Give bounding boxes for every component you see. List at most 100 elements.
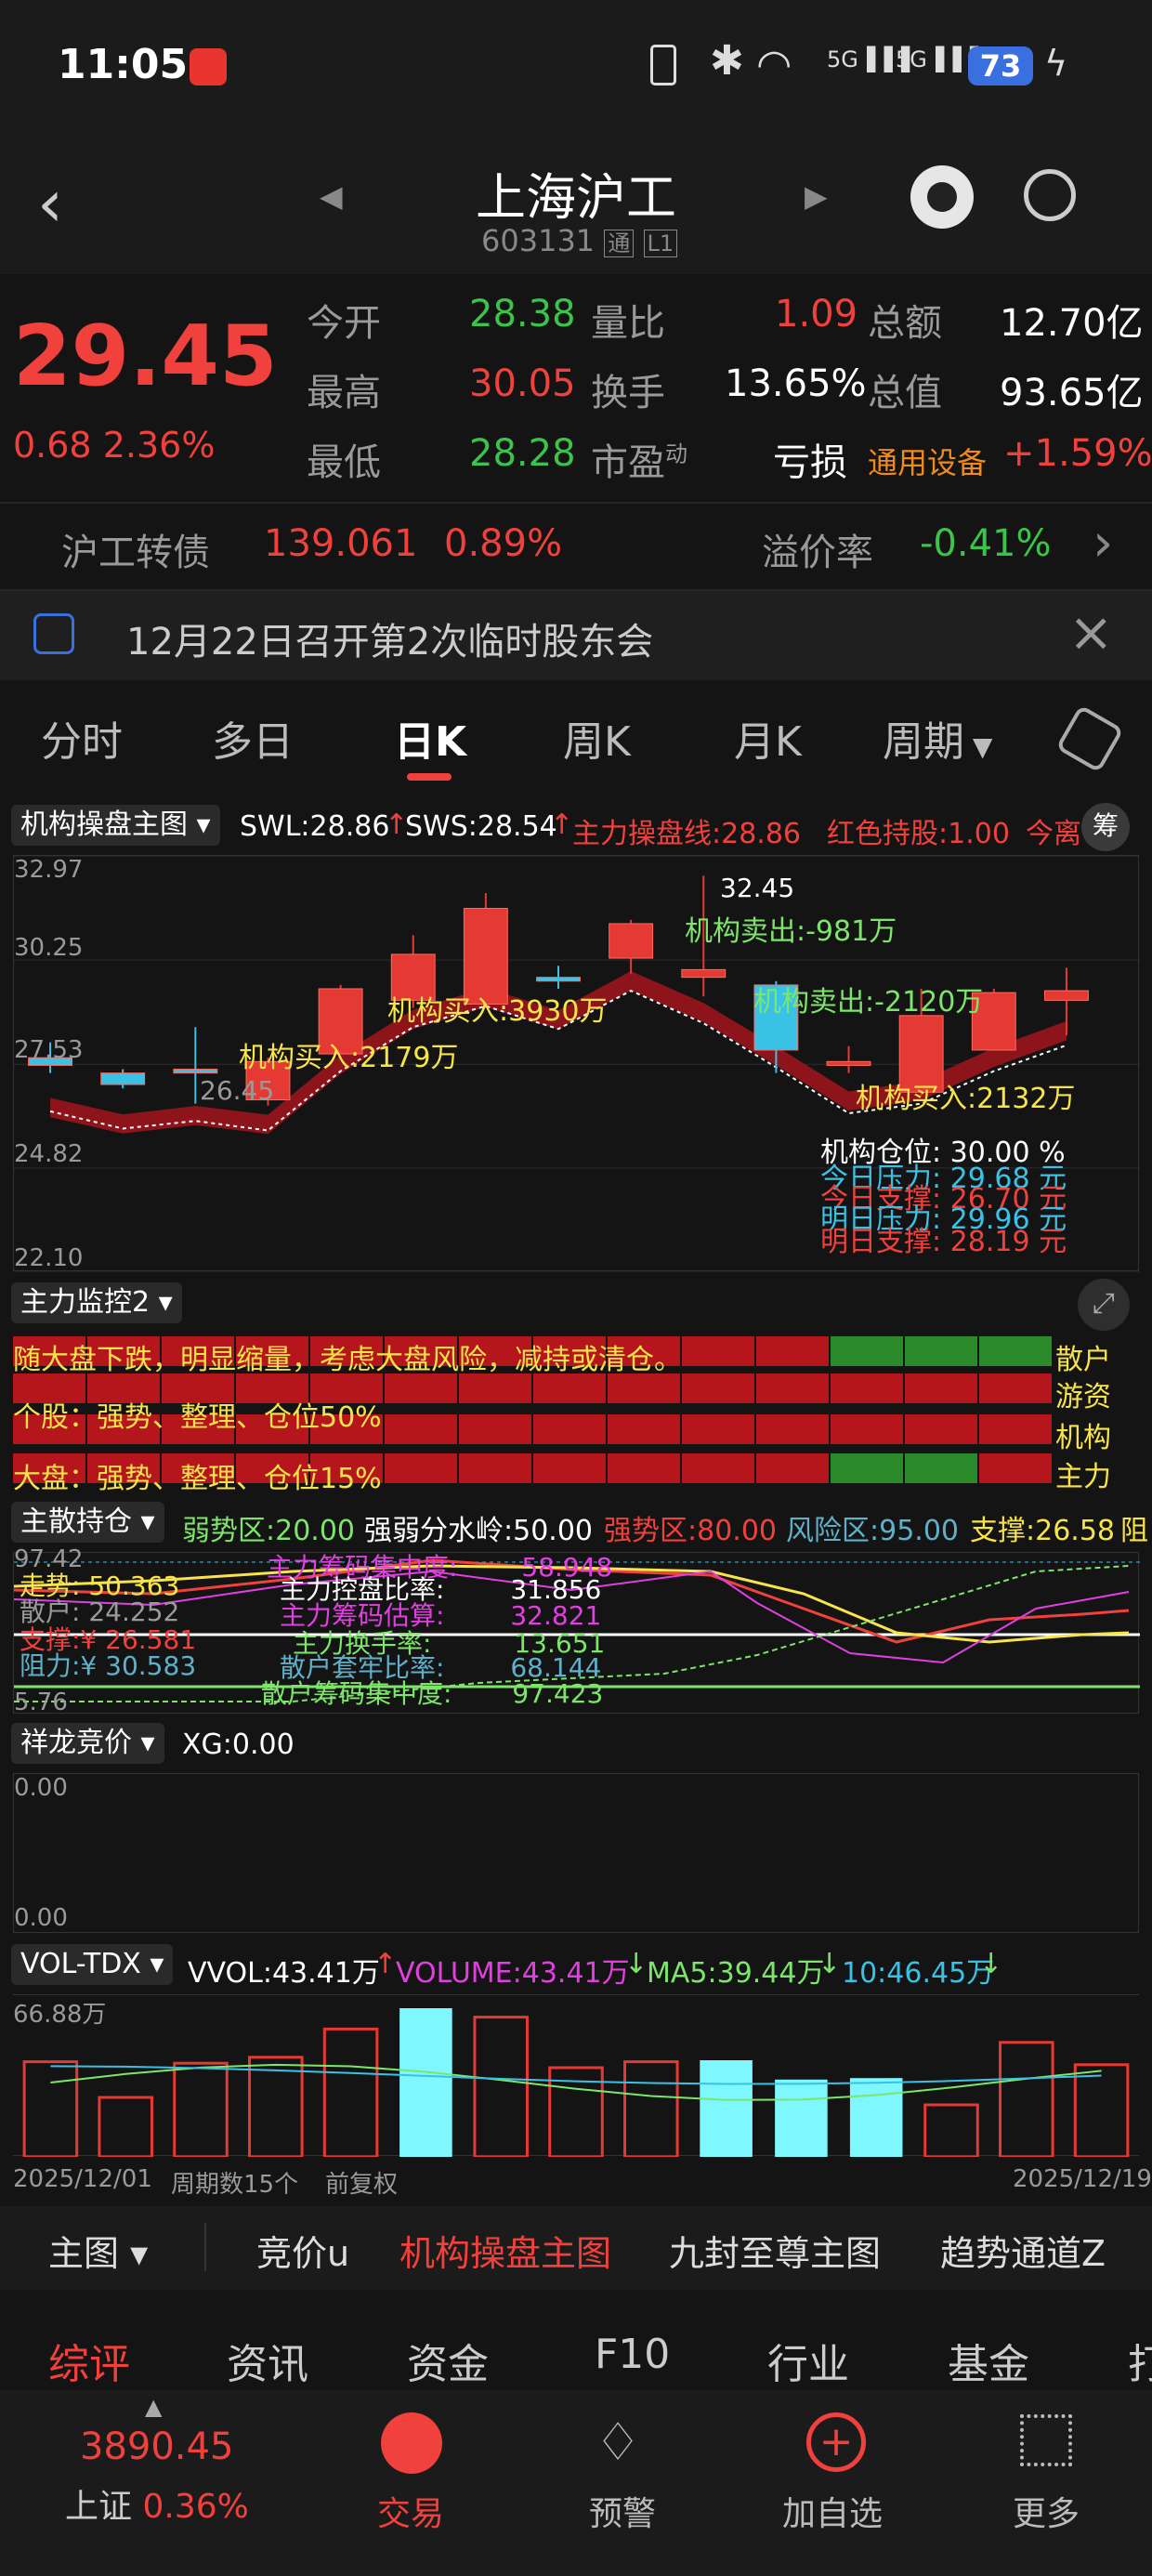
settings-hexagon-icon[interactable] xyxy=(1055,704,1124,773)
next-stock-icon[interactable]: ▶ xyxy=(805,178,828,214)
premium-label: 溢价率 xyxy=(762,532,873,574)
status-bar: 11:05 ✱ ◠ 5G▐▐▐ 5G▐▐▐ 73 ϟ xyxy=(0,0,1152,139)
tab-monthly-k[interactable]: 月K xyxy=(734,708,802,768)
tab-f10[interactable]: F10 xyxy=(595,2331,670,2378)
caret-up-icon: ▲ xyxy=(145,2394,163,2420)
volume-bar xyxy=(700,2060,753,2157)
resistance-readout: 阻力:¥ 30.583 xyxy=(20,1650,197,1681)
y-tick: 66.88万 xyxy=(13,2001,107,2029)
sector-name[interactable]: 通用设备 xyxy=(868,440,987,482)
index-value[interactable]: 3890.45 xyxy=(80,2425,233,2468)
volume-bar xyxy=(775,2079,828,2157)
main-chart-header: 机构操盘主图 ▾ SWL:28.86 ↑ SWS:28.54 ↑ 主力操盘线:2… xyxy=(0,797,1152,853)
volume-bar xyxy=(473,2016,529,2159)
price-change: 0.68 2.36% xyxy=(13,425,216,466)
y-tick: 32.97 xyxy=(14,856,84,884)
y-tick: 24.82 xyxy=(14,1140,84,1168)
indicator-institution[interactable]: 机构操盘主图 xyxy=(399,2225,611,2276)
xianglong-dropdown[interactable]: 祥龙竞价 ▾ xyxy=(11,1723,164,1764)
alert-label[interactable]: 预警 xyxy=(589,2487,656,2535)
connect-badge: 通 xyxy=(604,230,635,257)
monitor-panel: 随大盘下跌，明显缩量，考虑大盘风险，减持或清仓。 个股：强势、整理、仓位50% … xyxy=(13,1336,1139,1495)
candle-body xyxy=(100,1072,146,1085)
trade-icon[interactable] xyxy=(381,2412,442,2474)
monitor-dropdown[interactable]: 主力监控2 ▾ xyxy=(11,1282,182,1323)
monitor-cell xyxy=(385,1414,457,1444)
charging-icon: ϟ xyxy=(1044,43,1068,84)
candle-body xyxy=(1043,990,1089,1001)
monitor-cell xyxy=(756,1373,829,1403)
volume-ratio-label: 量比 xyxy=(591,302,665,345)
monitor-cell xyxy=(905,1336,977,1366)
main-kline-chart[interactable]: 32.97 30.25 27.53 24.82 22.10 32.45 26.4… xyxy=(13,855,1140,1273)
candle-body xyxy=(173,1069,218,1074)
retail-label: 散户 xyxy=(1055,1344,1111,1376)
battery-icon: 73 xyxy=(968,46,1033,85)
chip-distribution-button[interactable]: 筹 xyxy=(1081,803,1130,851)
hold-dropdown[interactable]: 主散持仓 ▾ xyxy=(11,1502,164,1543)
close-icon[interactable]: × xyxy=(1068,600,1114,664)
tab-industry[interactable]: 行业 xyxy=(767,2331,849,2390)
monitor-cell xyxy=(979,1453,1052,1483)
candle-body xyxy=(609,923,654,959)
indicator-auction[interactable]: 竞价u xyxy=(256,2225,349,2276)
more-label[interactable]: 更多 xyxy=(1013,2487,1080,2535)
add-watchlist-icon[interactable]: + xyxy=(806,2412,866,2472)
indicator-trend-channel[interactable]: 趋势通道Z xyxy=(940,2225,1106,2276)
expand-icon[interactable]: ⤢ xyxy=(1078,1279,1130,1331)
assistant-robot-icon[interactable] xyxy=(910,165,974,229)
xianglong-chart[interactable]: 0.00 0.00 xyxy=(13,1773,1139,1933)
monitor-cell xyxy=(905,1373,977,1403)
arrow-up-icon: ↑ xyxy=(373,1948,398,1980)
tab-weekly-k[interactable]: 周K xyxy=(563,708,631,768)
main-indicator-dropdown[interactable]: 机构操盘主图 ▾ xyxy=(11,805,220,846)
volume-svg xyxy=(22,2008,1130,2159)
volume-bar xyxy=(399,2008,452,2157)
convertible-bond-row[interactable]: 沪工转债 139.061 0.89% 溢价率 -0.41% › xyxy=(0,504,1152,589)
volume-dropdown[interactable]: VOL-TDX ▾ xyxy=(11,1944,174,1985)
tab-overview[interactable]: 综评 xyxy=(48,2331,130,2390)
monitor-cell xyxy=(682,1453,754,1483)
pe-value: 亏损 xyxy=(773,441,847,484)
monitor-line-3: 大盘：强势、整理、仓位15% xyxy=(13,1463,382,1495)
period-tabs: 分时 多日 日K 周K 月K 周期 ▼ xyxy=(0,688,1152,785)
tab-period[interactable]: 周期 ▼ xyxy=(883,708,992,768)
volume-ratio-value: 1.09 xyxy=(775,293,858,335)
risk-zone: 风险区:95.00 xyxy=(786,1515,959,1547)
monitor-header: 主力监控2 ▾ ⤢ xyxy=(0,1279,1152,1331)
add-watchlist-label[interactable]: 加自选 xyxy=(782,2487,883,2535)
notice-banner[interactable]: 12月22日召开第2次临时股东会 × xyxy=(0,591,1152,680)
volume-chart[interactable]: 66.88万 xyxy=(13,1994,1139,2159)
trade-label[interactable]: 交易 xyxy=(377,2487,444,2535)
bond-pct: 0.89% xyxy=(444,522,563,565)
monitor-cell xyxy=(608,1453,680,1483)
tab-fund[interactable]: 基金 xyxy=(948,2331,1029,2390)
main-chart-selector[interactable]: 主图 ▾ xyxy=(48,2225,148,2276)
tab-multiday[interactable]: 多日 xyxy=(212,708,294,768)
red-hold-value: 红色持股:1.00 xyxy=(827,818,1010,850)
monitor-line-1: 随大盘下跌，明显缩量，考虑大盘风险，减持或清仓。 xyxy=(13,1344,682,1376)
more-grid-icon[interactable] xyxy=(1020,2414,1072,2466)
search-icon[interactable] xyxy=(1024,169,1076,221)
monitor-cell xyxy=(385,1453,457,1483)
ma5-value: MA5:39.44万 xyxy=(647,1957,825,1990)
alert-bell-icon[interactable]: ♢ xyxy=(595,2412,641,2473)
index-change[interactable]: 上证 0.36% xyxy=(65,2479,249,2528)
indicator-jiufeng[interactable]: 九封至尊主图 xyxy=(669,2225,881,2276)
divide-line: 强弱分水岭:50.00 xyxy=(364,1515,593,1547)
tab-news[interactable]: 资讯 xyxy=(227,2331,308,2390)
hold-header: 主散持仓 ▾ 弱势区:20.00 强弱分水岭:50.00 强势区:80.00 风… xyxy=(0,1498,1152,1550)
axis-end-date: 2025/12/19 xyxy=(1013,2165,1152,2193)
xianglong-header: 祥龙竞价 ▾ XG:0.00 xyxy=(0,1719,1152,1771)
tab-truncated[interactable]: 打 xyxy=(1128,2331,1152,2390)
hold-chart[interactable]: 97.42 5.76 走势: 50.363 散户: 24.252 支撑:¥ 26… xyxy=(13,1545,1140,1716)
monitor-cell xyxy=(905,1414,977,1444)
tab-daily-k[interactable]: 日K xyxy=(394,708,466,768)
arrow-down-icon: ↓ xyxy=(818,1948,842,1980)
tab-intraday[interactable]: 分时 xyxy=(41,708,123,768)
tab-funds[interactable]: 资金 xyxy=(407,2331,489,2390)
notice-text: 12月22日召开第2次临时股东会 xyxy=(126,621,654,664)
buy-annotation: 机构买入:2132万 xyxy=(856,1083,1076,1115)
market-cap-value: 93.65亿 xyxy=(1000,372,1144,414)
volume-bar xyxy=(623,2060,679,2159)
